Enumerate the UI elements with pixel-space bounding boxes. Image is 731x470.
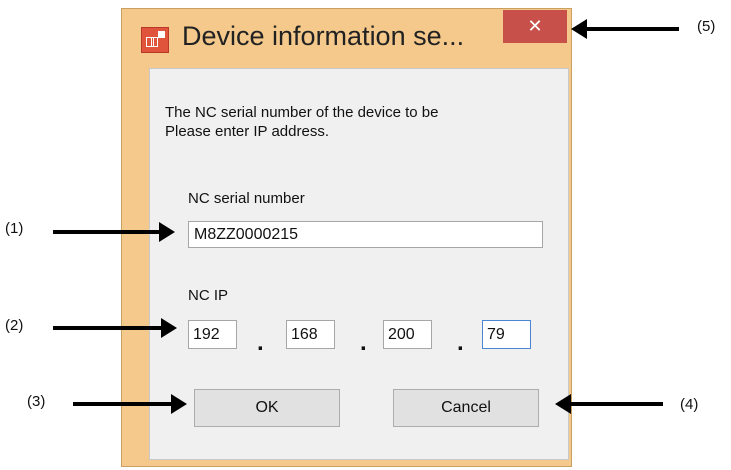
callout-2-label: (2) <box>5 317 24 334</box>
close-button[interactable]: ✕ <box>503 10 567 43</box>
ip-separator: . <box>360 329 367 356</box>
app-device-icon <box>141 27 169 53</box>
serial-number-input[interactable] <box>188 221 543 248</box>
ip-separator: . <box>457 329 464 356</box>
ip-separator: . <box>257 329 264 356</box>
callout-1-label: (1) <box>5 220 24 237</box>
instruction-message: The NC serial number of the device to be… <box>165 103 575 141</box>
callout-4-label: (4) <box>680 396 699 413</box>
ip-octet-1-input[interactable] <box>188 320 237 349</box>
instruction-line-1: The NC serial number of the device to be <box>165 104 439 121</box>
callout-3-label: (3) <box>27 393 46 410</box>
ip-label: NC IP <box>188 287 229 304</box>
callout-3-arrow <box>73 394 187 414</box>
ip-octet-4-input[interactable] <box>482 320 531 349</box>
callout-2-arrow <box>53 318 177 338</box>
flag-glyph <box>158 31 165 38</box>
dialog-window: Device information se... ✕ The NC serial… <box>121 8 572 467</box>
title-bar[interactable]: Device information se... ✕ <box>122 9 571 65</box>
window-title: Device information se... <box>182 21 465 51</box>
callout-5-arrow <box>571 19 679 39</box>
callout-4-arrow <box>555 394 663 414</box>
ip-octet-3-input[interactable] <box>383 320 432 349</box>
callout-5-label: (5) <box>697 18 716 35</box>
serial-number-label: NC serial number <box>188 190 305 207</box>
callout-1-arrow <box>53 222 175 242</box>
grid-glyph <box>146 37 158 47</box>
cancel-button[interactable]: Cancel <box>393 389 539 427</box>
instruction-line-2: Please enter IP address. <box>165 123 329 140</box>
ok-button[interactable]: OK <box>194 389 340 427</box>
ip-octet-2-input[interactable] <box>286 320 335 349</box>
close-icon: ✕ <box>527 16 543 36</box>
dialog-client-area: The NC serial number of the device to be… <box>149 68 569 460</box>
